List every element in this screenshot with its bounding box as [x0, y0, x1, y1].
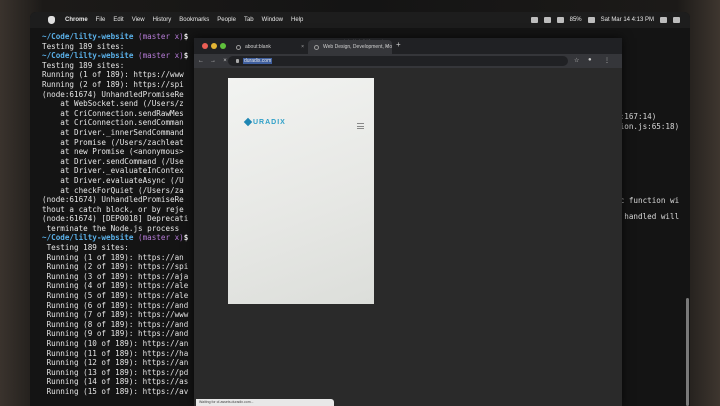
terminal-text: Running (10 of 189): https://an: [42, 339, 189, 348]
prompt-symbol: $: [183, 51, 189, 61]
terminal-text: at Driver.sendCommand (/Use: [42, 156, 184, 166]
back-icon[interactable]: ←: [196, 56, 206, 66]
terminal-text: Testing 189 sites:: [42, 60, 125, 70]
prompt-path: ~/Code/lilty-website: [42, 51, 134, 61]
hamburger-menu-icon[interactable]: [357, 123, 364, 129]
terminal-text: at new Promise (<anonymous>: [42, 147, 184, 157]
status-area: 85% Sat Mar 14 4:13 PM: [530, 12, 680, 28]
battery-icon[interactable]: [587, 17, 595, 23]
volume-icon[interactable]: [556, 17, 564, 23]
terminal-text: Running (1 of 189): https://www: [42, 70, 184, 80]
menu-bar: Chrome File Edit View History Bookmarks …: [30, 12, 690, 28]
search-icon[interactable]: [660, 17, 667, 23]
terminal-text: Running (2 of 189): https://spi: [42, 262, 189, 272]
browser-toolbar: ← → × duradix.com ☆ ● ⋮: [194, 54, 622, 68]
page-icon: [236, 44, 241, 50]
terminal-text: Testing 189 sites:: [42, 41, 125, 51]
loading-icon: [314, 44, 319, 50]
menu-window[interactable]: Window: [262, 17, 283, 23]
menu-history[interactable]: History: [153, 17, 172, 23]
prompt-branch: (master x): [133, 32, 184, 41]
terminal-text: thout a catch block, or by reje: [42, 204, 184, 214]
terminal-text: Running (11 of 189): https://ha: [42, 348, 189, 358]
new-tab-button[interactable]: +: [396, 40, 401, 49]
apple-icon[interactable]: [48, 16, 55, 24]
prompt-path: ~/Code/lilty-website: [42, 32, 134, 41]
logo-mark-icon: [243, 117, 253, 127]
terminal-text: (node:61674) [DEP0018] Deprecati: [42, 214, 189, 224]
menu-file[interactable]: File: [96, 17, 106, 23]
close-icon[interactable]: ×: [385, 44, 388, 50]
terminal-text: Running (5 of 189): https://ale: [42, 291, 189, 301]
laptop-screen: Chrome File Edit View History Bookmarks …: [30, 12, 690, 406]
terminal-text: terminate the Node.js process: [42, 223, 180, 233]
menu-help[interactable]: Help: [291, 17, 303, 23]
terminal-text: at Driver.evaluateAsync (/U: [42, 175, 184, 185]
minimize-window-button[interactable]: [211, 43, 217, 49]
battery-percentage[interactable]: 85%: [570, 17, 582, 23]
terminal-text: Running (12 of 189): https://an: [42, 358, 189, 368]
terminal-text: Running (8 of 189): https://and: [42, 319, 189, 329]
terminal-text: Running (6 of 189): https://and: [42, 300, 189, 310]
terminal-text: Running (14 of 189): https://as: [42, 377, 189, 387]
star-icon[interactable]: ☆: [574, 57, 581, 64]
tab-label: about:blank: [245, 44, 271, 50]
terminal-text: at Driver._innerSendCommand: [42, 127, 184, 137]
menu-bookmarks[interactable]: Bookmarks: [179, 17, 209, 23]
terminal-text: Running (3 of 189): https://aja: [42, 271, 189, 281]
more-menu-icon[interactable]: ⋮: [604, 57, 611, 64]
loading-status-bubble: Waiting for cf-assets.duradix.com...: [196, 399, 334, 406]
tab-label: Web Design, Development, Mo: [323, 44, 393, 50]
tab-strip: index.html • lighthouse-ci - ... about:b…: [194, 38, 622, 54]
tab-about-blank[interactable]: about:blank ×: [230, 40, 308, 54]
terminal-text: at Promise (/Users/zachleat: [42, 137, 184, 147]
terminal-text: at checkForQuiet (/Users/za: [42, 185, 184, 195]
prompt-path: ~/Code/lilty-website: [42, 233, 134, 243]
menu-clock[interactable]: Sat Mar 14 4:13 PM: [601, 17, 654, 23]
terminal-text: (node:61674) UnhandledPromiseRe: [42, 195, 184, 205]
terminal-text: Running (15 of 189): https://av: [42, 386, 189, 396]
terminal-text: Running (2 of 189): https://spi: [42, 79, 184, 89]
logo-text: URADIX: [253, 119, 286, 126]
dropbox-icon[interactable]: [530, 17, 538, 23]
site-logo[interactable]: URADIX: [243, 117, 286, 127]
menu-tab[interactable]: Tab: [244, 17, 254, 23]
terminal-text: at CriConnection.sendRawMes: [42, 108, 184, 118]
address-bar[interactable]: duradix.com: [228, 56, 568, 66]
notification-center-icon[interactable]: [673, 17, 680, 23]
terminal-text: Running (4 of 189): https://ale: [42, 281, 189, 291]
forward-icon[interactable]: →: [208, 56, 218, 66]
close-icon[interactable]: ×: [301, 44, 304, 50]
wifi-icon[interactable]: [543, 17, 551, 23]
terminal-text: Running (7 of 189): https://www: [42, 310, 189, 320]
terminal-text: Testing 189 sites:: [42, 243, 129, 253]
menu-people[interactable]: People: [217, 17, 236, 23]
close-window-button[interactable]: [202, 43, 208, 49]
menu-chrome[interactable]: Chrome: [65, 17, 88, 23]
profile-icon[interactable]: ●: [588, 57, 595, 64]
prompt-symbol: $: [183, 233, 189, 243]
terminal-text: (node:61674) UnhandledPromiseRe: [42, 89, 184, 99]
terminal-text: Running (9 of 189): https://and: [42, 329, 189, 339]
terminal-text: Running (1 of 189): https://an: [42, 252, 184, 262]
url-text: duradix.com: [243, 58, 273, 64]
terminal-text: at Driver._evaluateInContex: [42, 166, 184, 176]
terminal-text: Running (13 of 189): https://pd: [42, 367, 189, 377]
menu-edit[interactable]: Edit: [113, 17, 123, 23]
terminal-text: at CriConnection.sendComman: [42, 118, 184, 128]
menu-view[interactable]: View: [132, 17, 145, 23]
prompt-symbol: $: [183, 32, 189, 41]
fullscreen-window-button[interactable]: [220, 43, 226, 49]
chrome-window: index.html • lighthouse-ci - ... about:b…: [194, 38, 622, 406]
lock-icon: [236, 59, 239, 63]
emulated-mobile-page[interactable]: URADIX: [228, 78, 374, 304]
page-viewport: URADIX Waiting for cf-assets.duradix.com…: [194, 68, 622, 406]
prompt-branch: (master x): [133, 51, 184, 61]
prompt-branch: (master x): [133, 233, 184, 243]
terminal-scrollbar[interactable]: [686, 298, 689, 406]
terminal-text: at WebSocket.send (/Users/z: [42, 99, 184, 109]
tab-active[interactable]: Web Design, Development, Mo ×: [308, 40, 392, 54]
